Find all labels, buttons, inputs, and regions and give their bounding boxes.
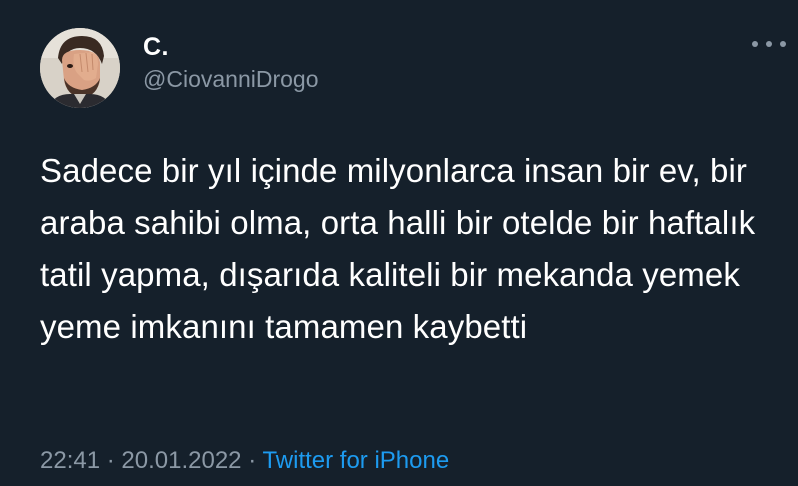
meta-separator: · <box>248 447 257 474</box>
more-icon-dot <box>752 41 758 47</box>
tweet-time[interactable]: 22:41 <box>40 447 100 474</box>
display-name[interactable]: C. <box>143 32 169 62</box>
tweet-meta: 22:41 · 20.01.2022 · Twitter for iPhone <box>40 446 449 476</box>
more-icon-dot <box>766 41 772 47</box>
tweet-date[interactable]: 20.01.2022 <box>121 447 241 474</box>
tweet-card: C. @CiovanniDrogo Sadece bir yıl içinde … <box>0 0 798 486</box>
more-icon[interactable] <box>752 36 786 52</box>
avatar-image <box>40 28 120 108</box>
tweet-source-link[interactable]: Twitter for iPhone <box>262 447 449 474</box>
more-icon-dot <box>780 41 786 47</box>
meta-separator: · <box>106 447 115 474</box>
tweet-text: Sadece bir yıl içinde milyonlarca insan … <box>40 152 756 345</box>
user-handle[interactable]: @CiovanniDrogo <box>143 64 319 94</box>
avatar[interactable] <box>40 28 120 108</box>
